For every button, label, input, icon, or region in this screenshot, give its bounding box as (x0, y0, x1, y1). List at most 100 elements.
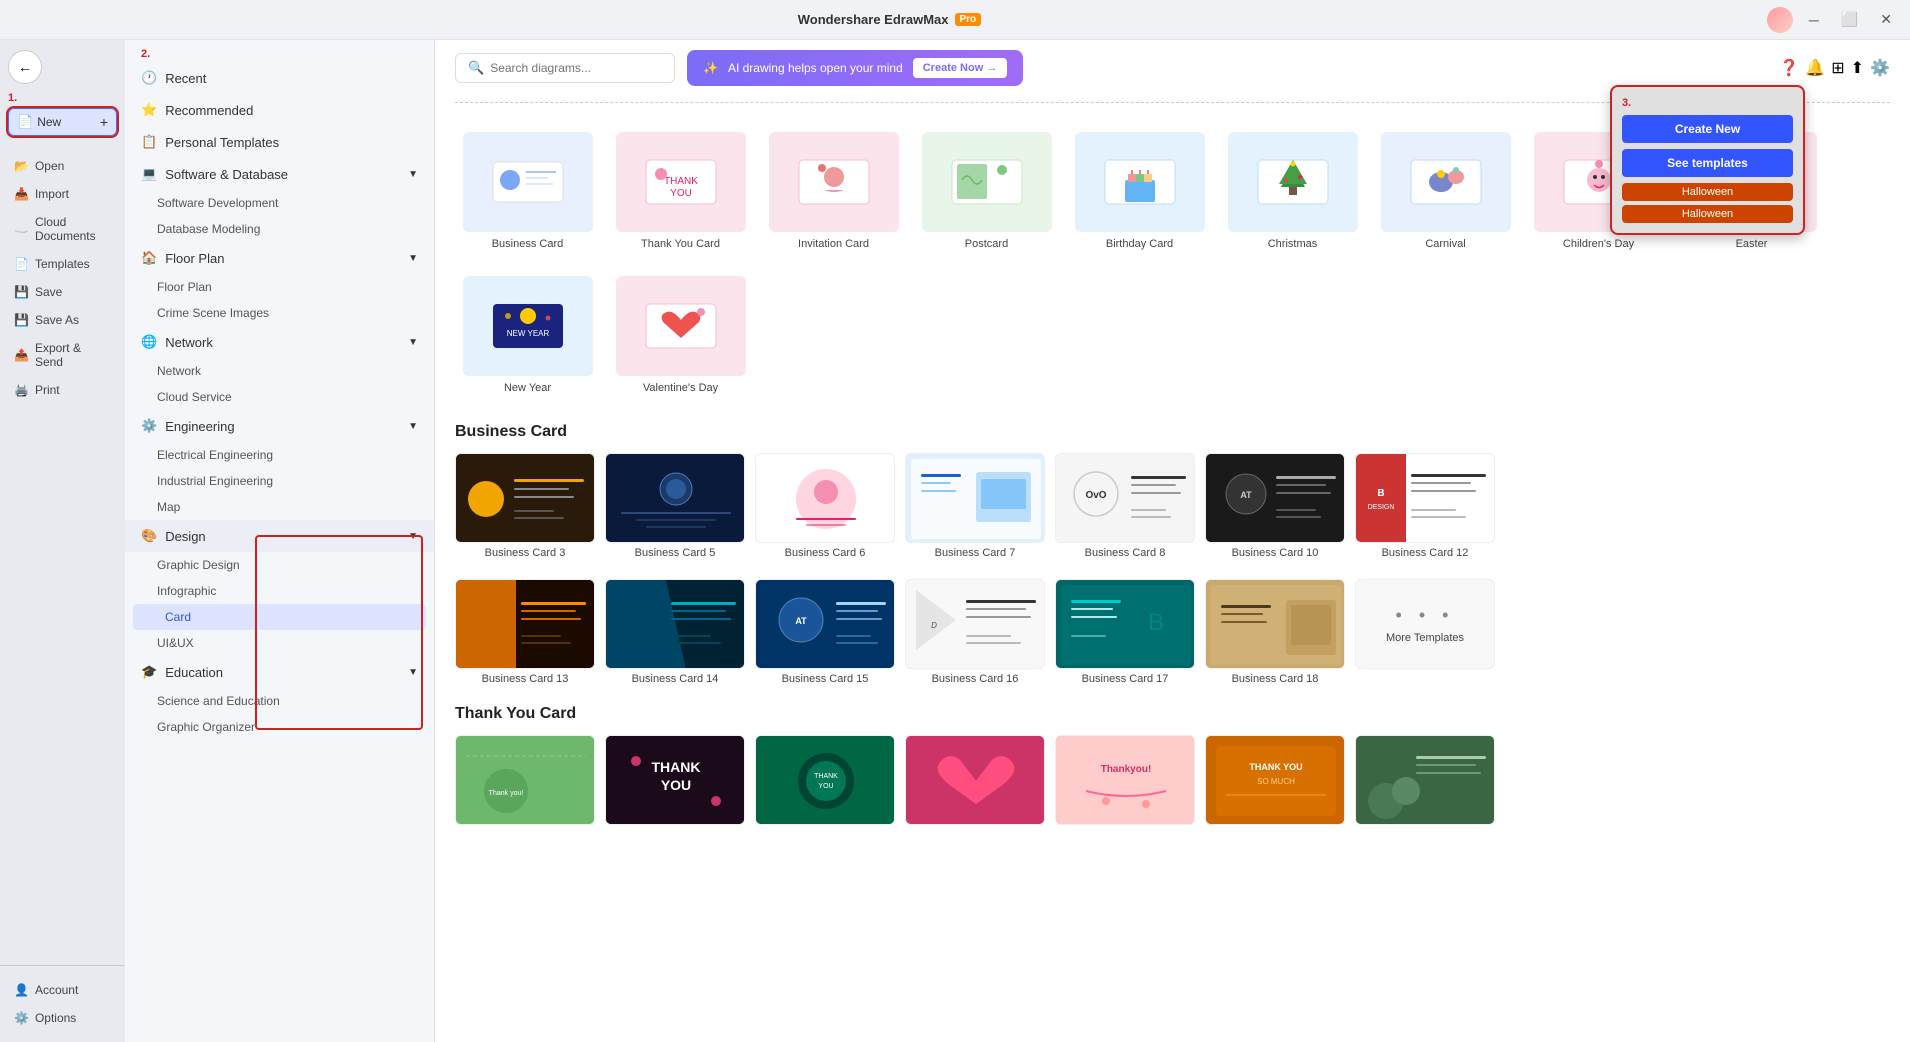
sidebar-export[interactable]: 📤 Export & Send (4, 334, 121, 376)
minimize-btn[interactable]: ─ (1803, 10, 1825, 30)
template-christmas[interactable]: Christmas (1220, 123, 1365, 259)
bc-18[interactable]: Business Card 18 (1205, 579, 1345, 685)
back-button[interactable]: ← (8, 50, 42, 84)
bc-5[interactable]: Business Card 5 (605, 453, 745, 559)
bc7-label: Business Card 7 (935, 547, 1016, 559)
template-thank-you-card[interactable]: THANKYOU Thank You Card (608, 123, 753, 259)
template-business-card[interactable]: Business Card (455, 123, 600, 259)
bell-icon[interactable]: 🔔 (1805, 58, 1825, 78)
nav-design-section[interactable]: 🎨 Design ▼ (125, 520, 434, 552)
bc-10[interactable]: AT Business Card 10 (1205, 453, 1345, 559)
bc-16[interactable]: D Business Card 16 (905, 579, 1045, 685)
template-postcard[interactable]: Postcard (914, 123, 1059, 259)
bc14-label: Business Card 14 (632, 673, 719, 685)
sidebar-save-as[interactable]: 💾 Save As (4, 306, 121, 334)
template-valentines-label: Valentine's Day (643, 382, 718, 394)
nav-engineering-section[interactable]: ⚙️ Engineering ▼ (125, 410, 434, 442)
template-valentines-day[interactable]: Valentine's Day (608, 267, 753, 403)
ty-6[interactable]: THANK YOUSO MUCH (1205, 735, 1345, 829)
ai-create-now-button[interactable]: Create Now → (913, 58, 1008, 78)
nav-industrial[interactable]: Industrial Engineering (125, 468, 434, 494)
nav-cloud-service[interactable]: Cloud Service (125, 384, 434, 410)
bc5-label: Business Card 5 (635, 547, 716, 559)
education-label: Education (165, 665, 223, 680)
sidebar-open[interactable]: 📂 Open (4, 152, 121, 180)
nav-recommended[interactable]: ⭐ Recommended (125, 94, 434, 126)
design-icon: 🎨 (141, 528, 157, 544)
nav-network-section[interactable]: 🌐 Network ▼ (125, 326, 434, 358)
close-btn[interactable]: ✕ (1874, 9, 1898, 30)
nav-network-child[interactable]: Network (125, 358, 434, 384)
sidebar-cloud[interactable]: ☁️ Cloud Documents (4, 208, 121, 250)
bc-8[interactable]: OvO Business Card 8 (1055, 453, 1195, 559)
nav-personal-templates[interactable]: 📋 Personal Templates (125, 126, 434, 158)
nav-card[interactable]: Card (133, 604, 426, 630)
template-birthday-card[interactable]: Birthday Card (1067, 123, 1212, 259)
nav-graphic-design[interactable]: Graphic Design (125, 552, 434, 578)
sidebar-import[interactable]: 📥 Import (4, 180, 121, 208)
ty-3[interactable]: THANKYOU (755, 735, 895, 829)
nav-uiux[interactable]: UI&UX (125, 630, 434, 656)
ty-5[interactable]: Thankyou! (1055, 735, 1195, 829)
nav-software-section[interactable]: 💻 Software & Database ▼ (125, 158, 434, 190)
nav-database[interactable]: Database Modeling (125, 216, 434, 242)
bc-14[interactable]: Business Card 14 (605, 579, 745, 685)
ty-2[interactable]: THANKYOU (605, 735, 745, 829)
template-carnival[interactable]: Carnival (1373, 123, 1518, 259)
engineering-icon: ⚙️ (141, 418, 157, 434)
nav-education-section[interactable]: 🎓 Education ▼ (125, 656, 434, 688)
bc-3[interactable]: Business Card 3 (455, 453, 595, 559)
ty-4[interactable] (905, 735, 1045, 829)
software-icon: 💻 (141, 166, 157, 182)
svg-text:Thankyou!: Thankyou! (1101, 764, 1152, 775)
popup-overlay: 3. Create New See templates Halloween Ha… (1610, 85, 1805, 235)
nav-science[interactable]: Science and Education (125, 688, 434, 714)
nav-electrical[interactable]: Electrical Engineering (125, 442, 434, 468)
nav-recent[interactable]: 🕐 Recent (125, 62, 434, 94)
see-templates-button[interactable]: See templates (1622, 149, 1793, 177)
create-new-button[interactable]: Create New (1622, 115, 1793, 143)
sidebar-options[interactable]: ⚙️ Options (4, 1004, 121, 1032)
svg-text:OvO: OvO (1085, 490, 1106, 501)
bc-7[interactable]: Business Card 7 (905, 453, 1045, 559)
nav-floorplan-section[interactable]: 🏠 Floor Plan ▼ (125, 242, 434, 274)
nav-map[interactable]: Map (125, 494, 434, 520)
sidebar-save[interactable]: 💾 Save (4, 278, 121, 306)
nav-panel: 2. 🕐 Recent ⭐ Recommended 📋 Personal Tem… (125, 40, 435, 1042)
nav-graphic-organizer[interactable]: Graphic Organizer (125, 714, 434, 740)
account-icon: 👤 (14, 983, 29, 997)
bc-17[interactable]: B Business Card 17 (1055, 579, 1195, 685)
pro-badge: Pro (955, 13, 982, 26)
nav-infographic[interactable]: Infographic (125, 578, 434, 604)
nav-floorplan-child[interactable]: Floor Plan (125, 274, 434, 300)
more-templates-label: More Templates (1386, 632, 1464, 644)
template-business-card-label: Business Card (492, 238, 564, 250)
sidebar-templates[interactable]: 📄 Templates (4, 250, 121, 278)
bc-12[interactable]: BDESIGN Business Card 12 (1355, 453, 1495, 559)
bc-6[interactable]: Business Card 6 (755, 453, 895, 559)
ty-1[interactable]: Thank you! (455, 735, 595, 829)
nav-software-dev[interactable]: Software Development (125, 190, 434, 216)
bc-15[interactable]: AT Business Card 15 (755, 579, 895, 685)
template-new-year[interactable]: NEW YEAR New Year (455, 267, 600, 403)
svg-text:YOU: YOU (818, 783, 833, 790)
nav-crime-scene[interactable]: Crime Scene Images (125, 300, 434, 326)
new-button[interactable]: 📄 New + (8, 108, 117, 136)
maximize-btn[interactable]: ⬜ (1835, 9, 1864, 30)
bc-13[interactable]: Business Card 13 (455, 579, 595, 685)
search-input[interactable] (490, 61, 650, 75)
sidebar-print[interactable]: 🖨️ Print (4, 376, 121, 404)
grid-icon[interactable]: ⊞ (1831, 58, 1844, 78)
sidebar-account[interactable]: 👤 Account (4, 976, 121, 1004)
search-icon: 🔍 (468, 60, 484, 76)
template-carnival-label: Carnival (1425, 238, 1465, 250)
search-container[interactable]: 🔍 (455, 53, 675, 83)
settings-icon[interactable]: ⚙️ (1870, 58, 1890, 78)
share-icon[interactable]: ⬆ (1851, 58, 1864, 78)
engineering-label: Engineering (165, 419, 234, 434)
help-icon[interactable]: ❓ (1779, 58, 1799, 78)
more-templates-card[interactable]: • • • More Templates (1355, 579, 1495, 669)
template-invitation-card[interactable]: Invitation Card (761, 123, 906, 259)
ty-7[interactable] (1355, 735, 1495, 829)
chevron-engineering: ▼ (408, 421, 418, 432)
